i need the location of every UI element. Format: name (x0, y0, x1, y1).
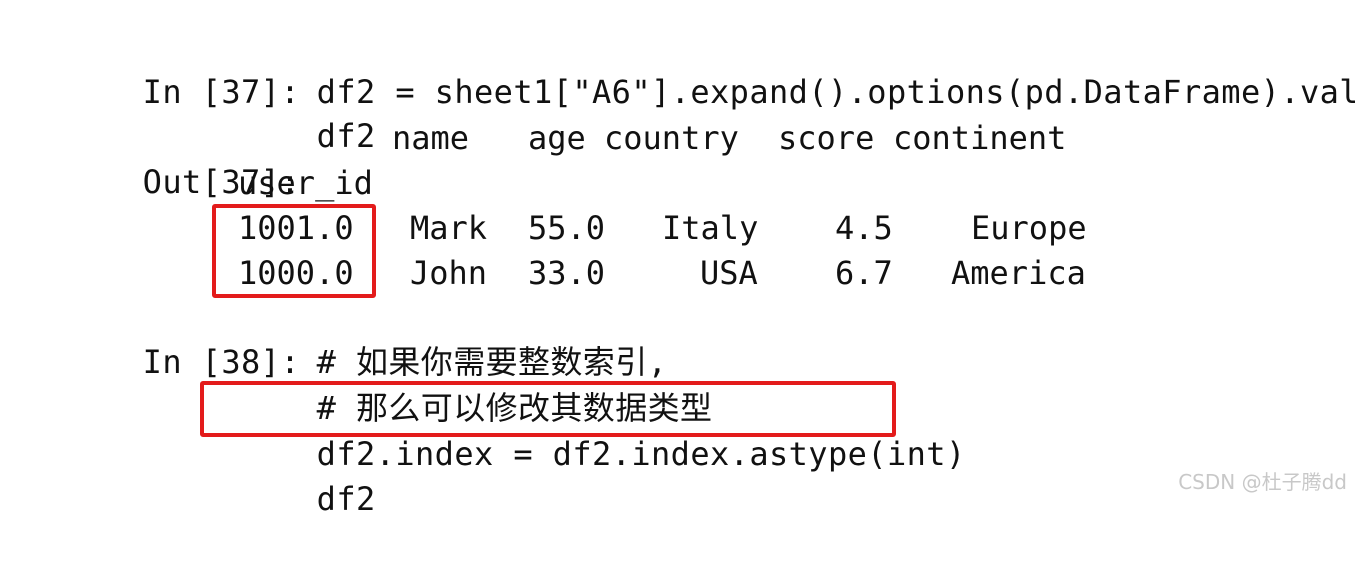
cell-country: USA (700, 254, 758, 292)
index-name: user_id (238, 164, 373, 202)
cell-continent: America (951, 254, 1086, 292)
code-line[interactable]: df2.index = df2.index.astype(int) (317, 432, 966, 476)
input-cell-38-line-1[interactable]: In [38]: # 如果你需要整数索引, (64, 296, 667, 381)
output-cell-37: Out[37]: (64, 116, 317, 201)
column-header-name: name (392, 119, 470, 157)
column-header-age: age (528, 119, 586, 157)
cell-name: Mark (410, 209, 488, 247)
cell-country: Italy (662, 209, 759, 247)
watermark: CSDN @杜子腾dd (1178, 470, 1347, 494)
input-cell-38-line-4[interactable]: df2 (64, 433, 376, 518)
code-line[interactable]: df2 (317, 477, 376, 521)
code-line[interactable]: df2 = sheet1["A6"].expand().options(pd.D… (317, 70, 1355, 114)
cell-name: John (410, 254, 488, 292)
input-cell-38-line-2[interactable]: # 那么可以修改其数据类型 (64, 342, 712, 427)
cell-continent: Europe (971, 209, 1087, 247)
cell-score: 4.5 (835, 209, 893, 247)
column-header-country: country (604, 119, 739, 157)
column-header-score: score (778, 119, 875, 157)
cell-score: 6.7 (835, 254, 893, 292)
cell-age: 33.0 (528, 254, 606, 292)
cell-age: 55.0 (528, 209, 606, 247)
column-header-continent: continent (893, 119, 1067, 157)
code-highlight-box (200, 381, 896, 437)
input-cell-37-line-2[interactable]: df2 (64, 70, 376, 155)
index-highlight-box (212, 204, 376, 298)
input-cell-37-line-1[interactable]: In [37]: df2 = sheet1["A6"].expand().opti… (64, 26, 1355, 111)
code-line[interactable]: df2 (317, 114, 376, 158)
